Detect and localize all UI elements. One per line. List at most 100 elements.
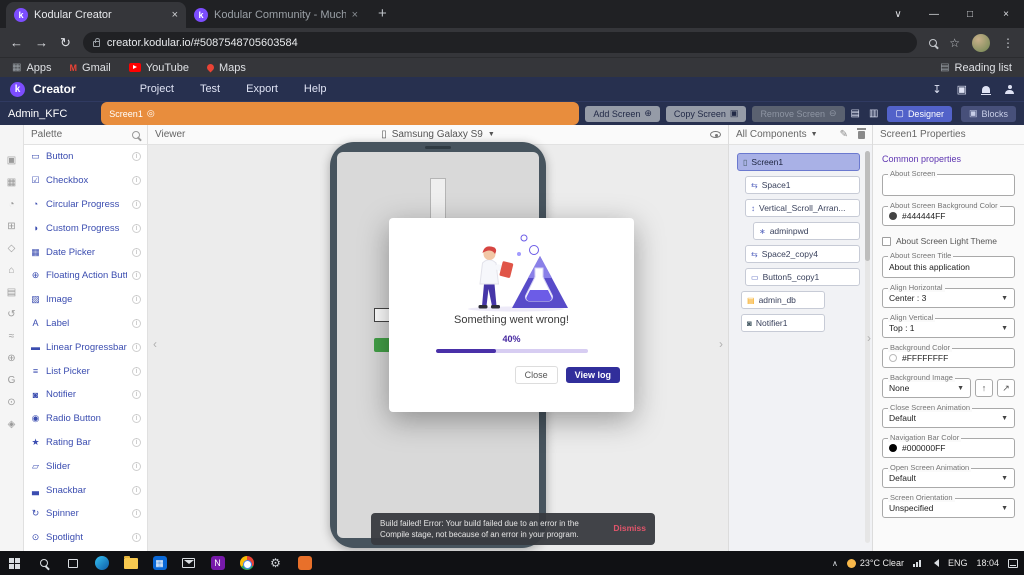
window-menu-icon[interactable]: ∨ bbox=[880, 0, 916, 28]
palette-item-spotlight[interactable]: ⊙Spotlighti bbox=[24, 526, 147, 550]
background-image-select[interactable]: Background Image None ▼ bbox=[882, 378, 971, 398]
visibility-icon[interactable] bbox=[710, 131, 721, 138]
palette-item-linear-progressbar[interactable]: ▬Linear Progressbari bbox=[24, 335, 147, 359]
tab-close-icon[interactable]: × bbox=[352, 9, 358, 21]
prop-screen-orientation[interactable]: Screen Orientation Unspecified ▼ bbox=[882, 498, 1015, 518]
taskbar-chrome[interactable] bbox=[232, 551, 261, 575]
category-drawing-icon[interactable]: ⊞ bbox=[7, 221, 15, 232]
account-icon[interactable] bbox=[1005, 85, 1014, 94]
taskbar-store[interactable]: ▦ bbox=[145, 551, 174, 575]
menu-help[interactable]: Help bbox=[304, 83, 327, 95]
taskbar-file-explorer[interactable] bbox=[116, 551, 145, 575]
info-icon[interactable]: i bbox=[132, 390, 141, 399]
category-dynamic-icon[interactable]: ≈ bbox=[9, 331, 15, 342]
back-icon[interactable]: ← bbox=[10, 35, 23, 50]
palette-item-custom-progress[interactable]: ◑Custom Progressi bbox=[24, 216, 147, 240]
taskbar-search-button[interactable] bbox=[29, 551, 58, 575]
edit-icon[interactable]: ✎ bbox=[840, 129, 848, 140]
copy-screen-button[interactable]: Copy Screen ▣ bbox=[666, 106, 747, 122]
prop-about-screen-bg-color[interactable]: About Screen Background Color #444444FF bbox=[882, 206, 1015, 226]
palette-item-spinner[interactable]: ↻Spinneri bbox=[24, 502, 147, 526]
bookmark-youtube[interactable]: YouTube bbox=[129, 62, 189, 74]
chevron-up-icon[interactable]: ∧ bbox=[832, 559, 838, 568]
info-icon[interactable]: i bbox=[132, 319, 141, 328]
tree-item-screen1[interactable]: ▯Screen1 bbox=[737, 153, 860, 171]
close-button[interactable]: Close bbox=[515, 366, 558, 384]
taskbar-onenote[interactable]: N bbox=[203, 551, 232, 575]
clock[interactable]: 18:04 bbox=[976, 558, 999, 568]
scrollbar-thumb[interactable] bbox=[865, 151, 870, 261]
maximize-button[interactable]: □ bbox=[952, 0, 988, 28]
palette-item-checkbox[interactable]: ☑Checkboxi bbox=[24, 169, 147, 193]
category-user-interface-icon[interactable]: ▣ bbox=[7, 155, 16, 166]
category-social-icon[interactable]: ⌂ bbox=[8, 265, 14, 276]
category-monetization-icon[interactable]: ⊙ bbox=[7, 397, 15, 408]
reading-list-button[interactable]: ▤ Reading list bbox=[940, 62, 1012, 74]
tree-item-space1[interactable]: ⇆Space1 bbox=[745, 176, 860, 194]
profile-avatar[interactable] bbox=[972, 34, 990, 52]
prop-navigation-bar-color[interactable]: Navigation Bar Color #000000FF bbox=[882, 438, 1015, 458]
info-icon[interactable]: i bbox=[132, 414, 141, 423]
category-connectivity-icon[interactable]: ⊕ bbox=[7, 353, 15, 364]
start-button[interactable] bbox=[0, 551, 29, 575]
menu-export[interactable]: Export bbox=[246, 83, 278, 95]
info-icon[interactable]: i bbox=[132, 462, 141, 471]
tree-item-vertical-scroll[interactable]: ↕Vertical_Scroll_Arran... bbox=[745, 199, 860, 217]
tree-item-space2-copy4[interactable]: ⇆Space2_copy4 bbox=[745, 245, 860, 263]
search-icon[interactable] bbox=[132, 131, 140, 139]
menu-project[interactable]: Project bbox=[140, 83, 174, 95]
language-indicator[interactable]: ENG bbox=[948, 558, 968, 568]
info-icon[interactable]: i bbox=[132, 271, 141, 280]
info-icon[interactable]: i bbox=[132, 295, 141, 304]
tree-item-adminpwd[interactable]: ∗adminpwd bbox=[753, 222, 860, 240]
palette-item-rating-bar[interactable]: ★Rating Bari bbox=[24, 431, 147, 455]
checkbox-icon[interactable] bbox=[882, 237, 891, 246]
prop-light-theme[interactable]: About Screen Light Theme bbox=[882, 236, 1015, 246]
network-icon[interactable] bbox=[913, 560, 921, 567]
info-icon[interactable]: i bbox=[132, 509, 141, 518]
collapse-properties-icon[interactable]: › bbox=[867, 331, 871, 345]
designer-tab[interactable]: ▢ Designer bbox=[887, 106, 952, 122]
info-icon[interactable]: i bbox=[132, 200, 141, 209]
reload-icon[interactable]: ↻ bbox=[60, 35, 71, 51]
bookmark-star-icon[interactable]: ☆ bbox=[949, 36, 960, 50]
prop-about-screen[interactable]: About Screen bbox=[882, 174, 1015, 196]
bookmark-apps[interactable]: ▦ Apps bbox=[12, 62, 52, 74]
tab-close-icon[interactable]: × bbox=[172, 9, 178, 21]
palette-item-date-picker[interactable]: ▦Date Pickeri bbox=[24, 240, 147, 264]
prop-background-color[interactable]: Background Color #FFFFFFFF bbox=[882, 348, 1015, 368]
tree-item-notifier1[interactable]: ◙Notifier1 bbox=[741, 314, 825, 332]
add-screen-button[interactable]: Add Screen ⊕ bbox=[585, 106, 660, 122]
taskbar-edge[interactable] bbox=[87, 551, 116, 575]
kodular-logo[interactable]: k bbox=[10, 82, 25, 97]
lock-icon[interactable] bbox=[93, 41, 100, 47]
palette-item-circular-progress[interactable]: ◔Circular Progressi bbox=[24, 193, 147, 217]
collapse-right-icon[interactable]: › bbox=[719, 337, 723, 351]
prop-open-screen-animation[interactable]: Open Screen Animation Default ▼ bbox=[882, 468, 1015, 488]
palette-item-label[interactable]: ALabeli bbox=[24, 312, 147, 336]
info-icon[interactable]: i bbox=[132, 486, 141, 495]
view-log-button[interactable]: View log bbox=[566, 367, 620, 383]
gift-icon[interactable]: ▣ bbox=[957, 83, 967, 96]
palette-item-list-picker[interactable]: ≡List Pickeri bbox=[24, 359, 147, 383]
taskbar-settings[interactable]: ⚙ bbox=[261, 551, 290, 575]
dismiss-button[interactable]: Dismiss bbox=[613, 523, 646, 535]
export-project-icon[interactable]: ↧ bbox=[932, 83, 941, 96]
volume-icon[interactable] bbox=[930, 559, 939, 567]
palette-item-radio-button[interactable]: ◉Radio Buttoni bbox=[24, 407, 147, 431]
prop-align-vertical[interactable]: Align Vertical Top : 1 ▼ bbox=[882, 318, 1015, 338]
tab-kodular-community[interactable]: k Kodular Community - Much mor × bbox=[186, 2, 366, 28]
category-google-icon[interactable]: G bbox=[8, 375, 16, 386]
bookmark-maps[interactable]: Maps bbox=[207, 62, 246, 74]
prop-close-screen-animation[interactable]: Close Screen Animation Default ▼ bbox=[882, 408, 1015, 428]
upload-icon[interactable]: ↑ bbox=[975, 379, 993, 397]
category-media-icon[interactable]: ◔ bbox=[8, 199, 14, 210]
browser-menu-icon[interactable]: ⋮ bbox=[1002, 36, 1014, 50]
blocks-tab[interactable]: ▣ Blocks bbox=[961, 106, 1016, 122]
info-icon[interactable]: i bbox=[132, 248, 141, 257]
prop-align-horizontal[interactable]: Align Horizontal Center : 3 ▼ bbox=[882, 288, 1015, 308]
info-icon[interactable]: i bbox=[132, 343, 141, 352]
taskbar-photos[interactable] bbox=[290, 551, 319, 575]
category-layout-icon[interactable]: ▦ bbox=[7, 177, 16, 188]
new-tab-button[interactable]: + bbox=[378, 5, 387, 22]
